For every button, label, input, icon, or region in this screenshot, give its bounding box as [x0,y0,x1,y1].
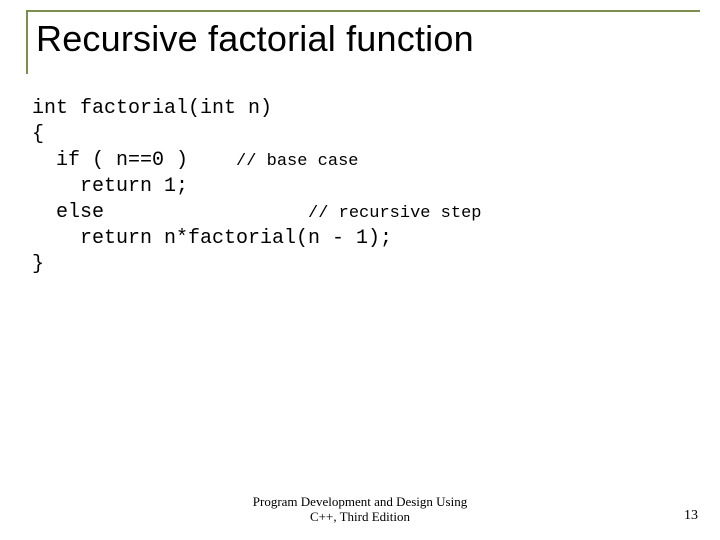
code-block: int factorial(int n) { if ( n==0 ) // ba… [26,96,700,278]
footer-text: Program Development and Design Using C++… [0,495,720,524]
page-number: 13 [684,508,698,524]
code-line: { [32,123,44,146]
code-line: } [32,253,44,276]
code-line: if ( n==0 ) [32,149,236,172]
footer-line: Program Development and Design Using [253,494,467,509]
code-comment: // base case [236,152,358,171]
code-line: else [32,201,308,224]
footer-line: C++, Third Edition [310,509,410,524]
slide: Recursive factorial function int factori… [0,0,720,540]
code-line: return n*factorial(n - 1); [32,227,392,250]
code-comment: // recursive step [308,204,481,223]
code-line: int factorial(int n) [32,97,272,120]
slide-title: Recursive factorial function [36,18,700,60]
code-line: return 1; [32,175,188,198]
title-container: Recursive factorial function [26,10,700,74]
